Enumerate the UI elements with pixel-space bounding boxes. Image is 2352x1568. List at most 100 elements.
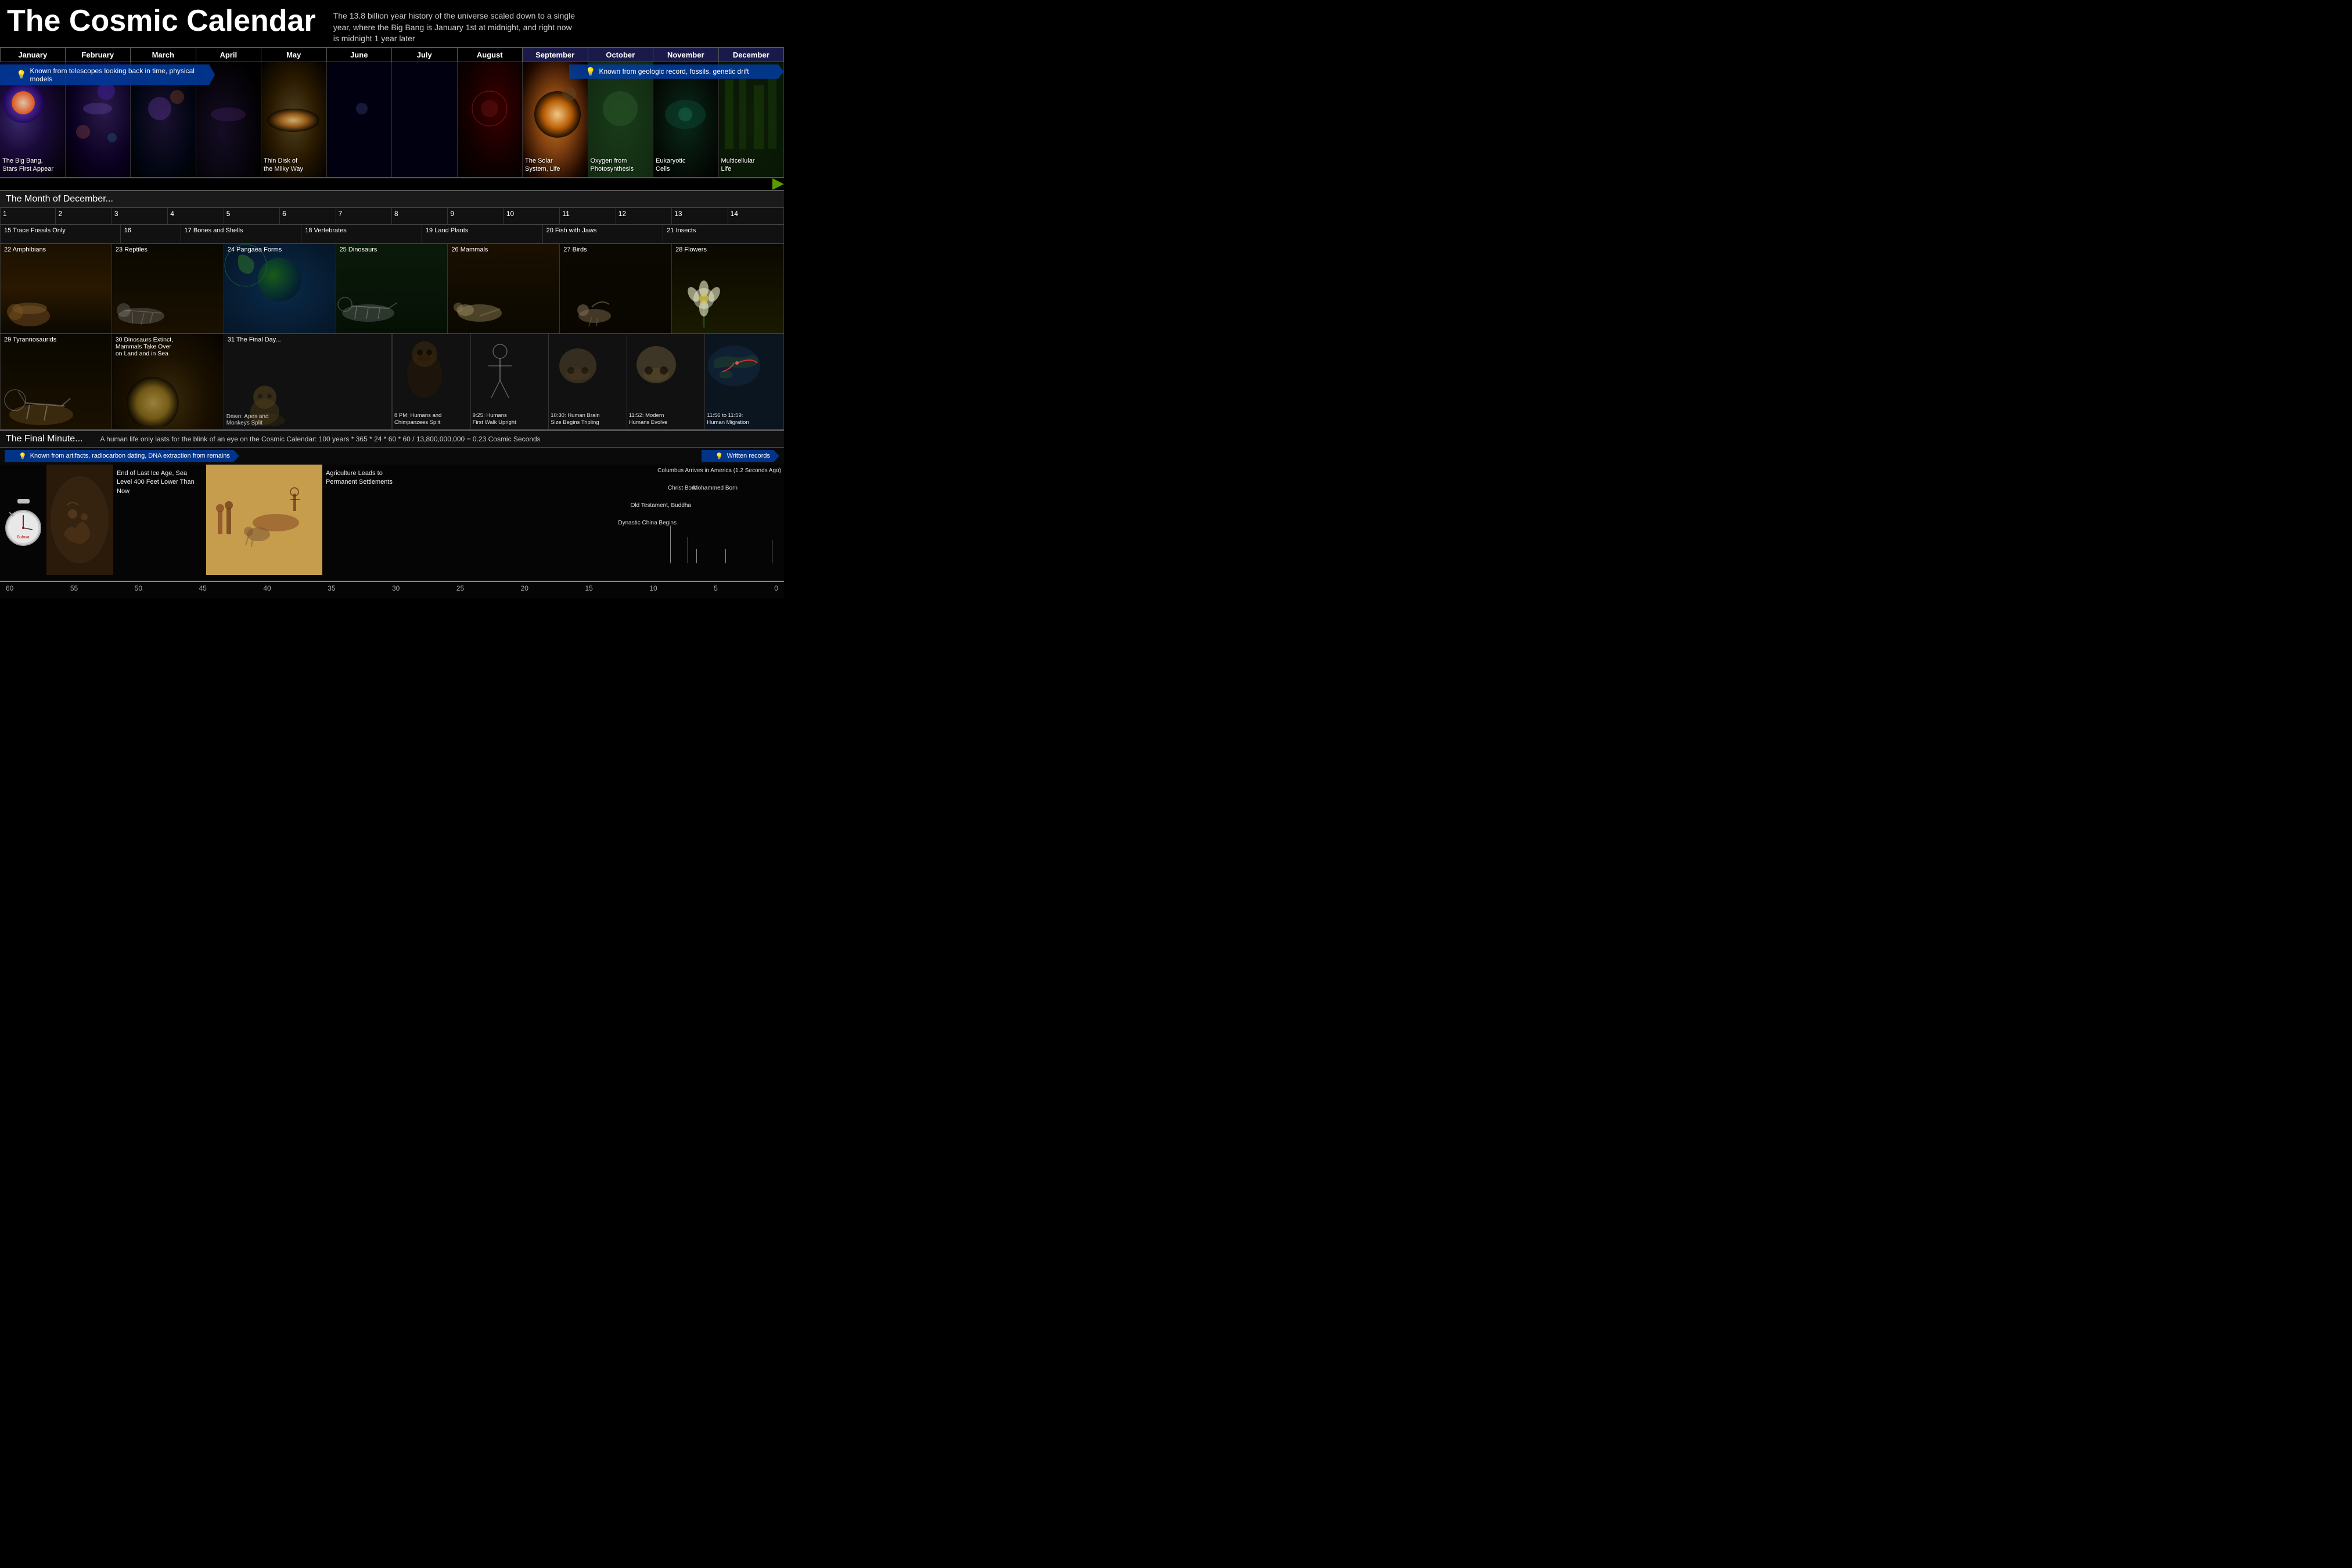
event-pangaea: 24 Pangaea Forms (224, 244, 336, 333)
event-dinosaurs: 25 Dinosaurs (336, 244, 448, 333)
space-cell-october: Oxygen fromPhotosynthesis (588, 62, 654, 177)
dec-day-11: 11 (560, 208, 616, 224)
event-dinosaurs-extinct: 30 Dinosaurs Extinct, Mammals Take Over … (112, 334, 224, 429)
cave-art-container (46, 465, 113, 581)
final-minute-header-row: The Final Minute... A human life only la… (0, 431, 784, 448)
bulb-icon-2: 💡 (585, 67, 595, 77)
chimp-icon (393, 334, 470, 404)
event-agriculture: Agriculture Leads to Permanent Settlemen… (322, 465, 409, 581)
tick-50: 50 (135, 584, 142, 592)
event-reptiles: 23 Reptiles (112, 244, 224, 333)
event-amphibians: 22 Amphibians (0, 244, 112, 333)
event-dynastic-china: Dynastic China Begins (618, 520, 677, 526)
egypt-art-container (206, 465, 322, 581)
dec-day-13: 13 (672, 208, 728, 224)
space-cell-september: The SolarSystem, Life (523, 62, 588, 177)
event-humans-chimps: 8 PM: Humans andChimpanzees Split (393, 334, 471, 429)
reptile-icon (112, 272, 173, 330)
month-april: April (196, 48, 262, 62)
event-ice-age: End of Last Ice Age, Sea Level 400 Feet … (113, 465, 206, 581)
event-modern-humans-label: 11:52: ModernHumans Evolve (629, 412, 668, 427)
month-june: June (327, 48, 393, 62)
banner-written-records: 💡 Written records (702, 450, 779, 462)
dec-day-3: 3 (112, 208, 168, 224)
timeline-axis: 60 55 50 45 40 35 30 25 20 15 10 5 0 (0, 581, 784, 598)
space-cell-may: Thin Disk ofthe Milky Way (261, 62, 327, 177)
dec-event-row-1: 15 Trace Fossils Only 16 17 Bones and Sh… (0, 225, 784, 244)
tick-55: 55 (70, 584, 78, 592)
label-bigbang: The Big Bang,Stars First Appear (2, 157, 53, 174)
cave-art-icon (46, 465, 113, 575)
final-minute-calc: A human life only lasts for the blink of… (100, 435, 541, 443)
tick-25: 25 (456, 584, 464, 592)
timeline-events-area: Columbus Arrives in America (1.2 Seconds… (409, 465, 784, 581)
event-apes-label: Dawn: Apes andMonkeys Split (226, 413, 269, 426)
green-arrow-icon (772, 178, 784, 190)
modern-skull-icon (627, 337, 705, 407)
mohammed-line (725, 549, 726, 563)
dec-day-2: 2 (56, 208, 112, 224)
nebula-visual-aug (458, 62, 523, 177)
event-insects: 21 Insects (663, 225, 784, 243)
month-december: December (719, 48, 785, 62)
skeleton-icon (471, 340, 549, 409)
event-walk-upright-label: 9:25: HumansFirst Walk Upright (473, 412, 516, 427)
dec-day-14: 14 (728, 208, 784, 224)
clock-container: Bulova (0, 465, 46, 581)
svg-text:Bulova: Bulova (17, 535, 30, 540)
mammal-icon (448, 275, 512, 328)
skull-icon (549, 337, 627, 407)
label-multicellular: MulticellularLife (721, 157, 755, 174)
dec-day-5: 5 (224, 208, 280, 224)
space-cell-december: MulticellularLife (719, 62, 785, 177)
event-birds: 27 Birds (560, 244, 672, 333)
tick-20: 20 (521, 584, 528, 592)
december-header: The Month of December... (0, 190, 784, 208)
event-tyrannosaurids: 29 Tyrannosaurids (0, 334, 112, 429)
bird-icon (563, 275, 621, 328)
bulb-icon: 💡 (16, 70, 26, 80)
tick-10: 10 (649, 584, 657, 592)
dec-event-row-3: 29 Tyrannosaurids 30 Dinosaurs Extinct, … (0, 334, 784, 430)
event-modern-humans: 11:52: ModernHumans Evolve (627, 334, 706, 429)
event-columbus: Columbus Arrives in America (1.2 Seconds… (657, 467, 781, 474)
page-title: The Cosmic Calendar (7, 5, 316, 38)
month-july: July (392, 48, 458, 62)
dec-event-row-2: 22 Amphibians 23 Reptiles 24 Pangaea For… (0, 244, 784, 334)
months-row: January February March April May June Ju… (0, 47, 784, 62)
dec-day-1: 1 (0, 208, 56, 224)
arrow-indicator (0, 178, 784, 190)
header: The Cosmic Calendar The 13.8 billion yea… (0, 0, 784, 47)
amphibian-icon (1, 272, 59, 330)
event-final-day: 31 The Final Day... Dawn: Apes andMonkey… (224, 334, 392, 429)
banner-geologic: 💡 Known from geologic record, fossils, g… (569, 64, 784, 79)
dec-day-6: 6 (280, 208, 336, 224)
december-days-row: 1 2 3 4 5 6 7 8 9 10 11 12 13 14 (0, 208, 784, 225)
event-humans-chimps-label: 8 PM: Humans andChimpanzees Split (394, 412, 441, 427)
event-land-plants: 19 Land Plants (422, 225, 543, 243)
dec-day-9: 9 (448, 208, 504, 224)
event-vertebrates: 18 Vertebrates (301, 225, 422, 243)
space-cell-june (327, 62, 393, 177)
dec-day-10: 10 (504, 208, 560, 224)
galaxy-visual-jun (327, 62, 392, 177)
label-milkyway: Thin Disk ofthe Milky Way (264, 157, 303, 174)
tick-30: 30 (392, 584, 400, 592)
final-banners-row: 💡 Known from artifacts, radiocarbon dati… (0, 448, 784, 465)
christ-line (696, 549, 697, 563)
final-day-events-grid: 8 PM: Humans andChimpanzees Split 9:25: … (392, 334, 784, 429)
dec-day-7: 7 (336, 208, 392, 224)
tick-60: 60 (6, 584, 13, 592)
egypt-art-icon (206, 465, 322, 575)
month-may: May (261, 48, 327, 62)
dec-day-8: 8 (392, 208, 448, 224)
dec-day-4: 4 (168, 208, 224, 224)
dec-day-12: 12 (616, 208, 672, 224)
final-content-area: Bulova End of Last Ice Age, Sea Level 40… (0, 465, 784, 581)
event-bones: 17 Bones and Shells (181, 225, 302, 243)
event-trace-fossils: 15 Trace Fossils Only (0, 225, 121, 243)
space-image-row: 💡 Known from telescopes looking back in … (0, 62, 784, 178)
month-september: September (523, 48, 588, 62)
month-november: November (653, 48, 719, 62)
bulb-icon-artifacts: 💡 (19, 452, 27, 460)
